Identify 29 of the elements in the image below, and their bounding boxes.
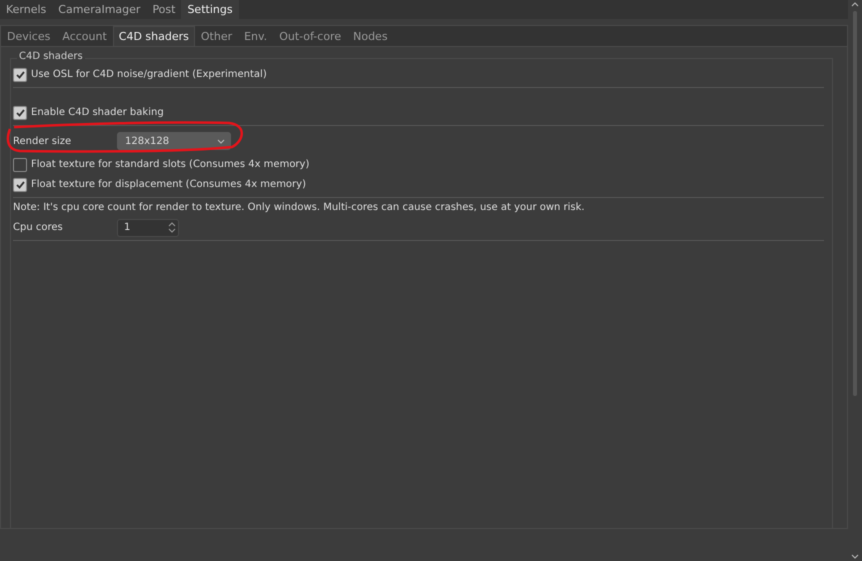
tab[interactable]: Account bbox=[56, 26, 113, 46]
chevron-down-icon bbox=[217, 138, 225, 144]
checkbox[interactable] bbox=[13, 158, 27, 172]
field-label: Cpu cores bbox=[13, 222, 64, 233]
tab[interactable]: Kernels bbox=[0, 0, 52, 19]
tab[interactable]: Devices bbox=[1, 26, 56, 46]
checkbox[interactable] bbox=[13, 178, 27, 192]
tab[interactable]: Settings bbox=[181, 0, 239, 19]
checkbox[interactable] bbox=[13, 106, 27, 120]
tab[interactable]: CameraImager bbox=[52, 0, 146, 19]
checkbox-label: Float texture for standard slots (Consumes 4x memory) bbox=[31, 159, 310, 170]
checkbox[interactable] bbox=[13, 68, 27, 82]
group-title: C4D shaders bbox=[17, 51, 85, 62]
dropdown[interactable]: 128x128 bbox=[117, 132, 231, 150]
chevron-down-icon bbox=[851, 554, 859, 559]
tab[interactable]: Nodes bbox=[347, 26, 394, 46]
tab[interactable]: Env. bbox=[238, 26, 274, 46]
checkbox-label: Float texture for displacement (Consumes 4x memory) bbox=[31, 179, 306, 190]
note-text: Note: It's cpu core count for render to texture. Only windows. Multi-cores can cause crashes, use at your own risk. bbox=[13, 202, 585, 213]
tab[interactable]: Post bbox=[146, 0, 182, 19]
tab[interactable]: Out-of-core bbox=[273, 26, 348, 46]
tab[interactable]: Other bbox=[194, 26, 238, 46]
spinner-arrows-icon bbox=[168, 221, 176, 234]
field-label: Render size bbox=[13, 136, 72, 146]
tab[interactable]: C4D shaders bbox=[112, 26, 195, 46]
spin-box[interactable]: 1 bbox=[117, 218, 179, 236]
checkbox-label: Enable C4D shader baking bbox=[31, 107, 164, 118]
checkbox-label: Use OSL for C4D noise/gradient (Experimental) bbox=[31, 69, 267, 80]
chevron-up-icon bbox=[851, 2, 859, 7]
